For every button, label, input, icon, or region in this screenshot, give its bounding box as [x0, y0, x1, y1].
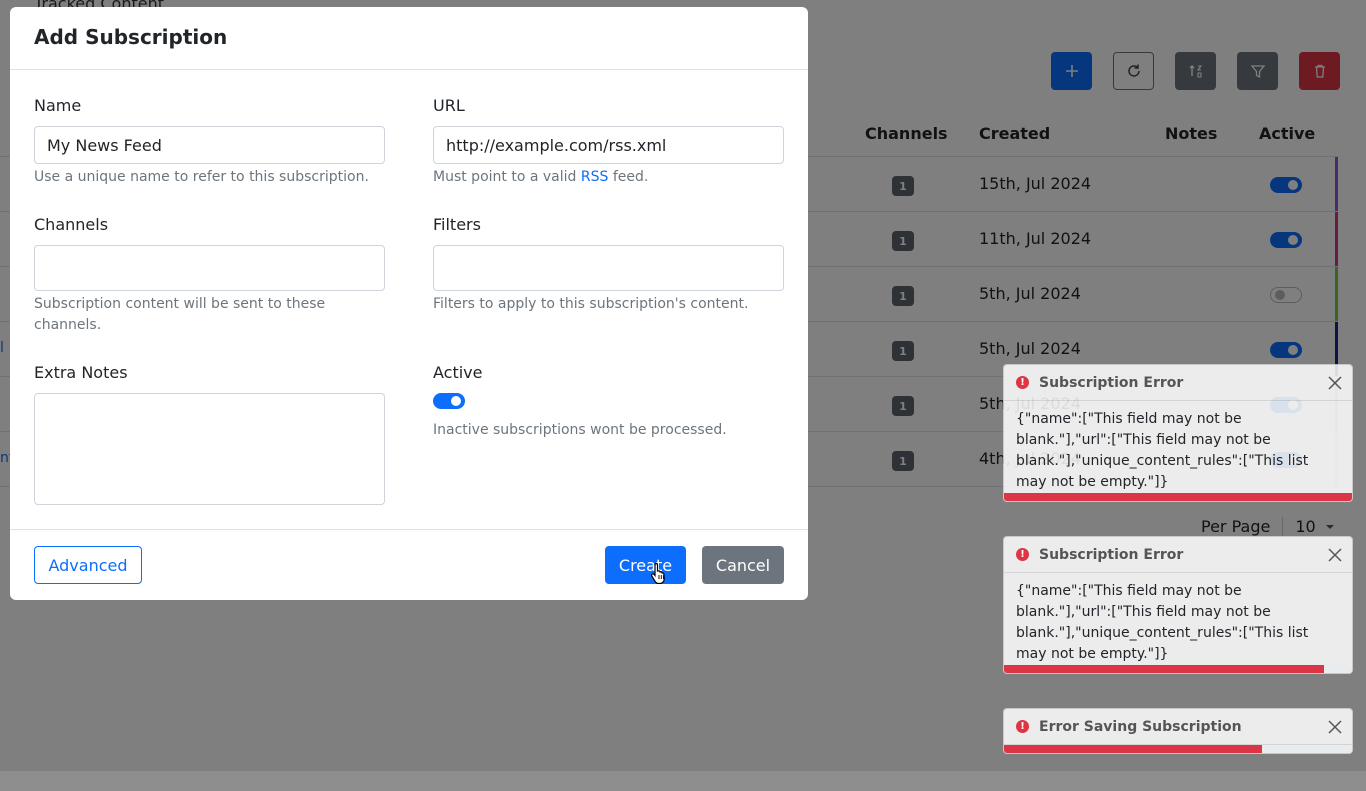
extra-notes-textarea[interactable] — [34, 393, 385, 505]
toast-message: {"name":["This field may not be blank."]… — [1016, 411, 1309, 490]
url-label: URL — [433, 96, 465, 115]
channels-help: Subscription content will be sent to the… — [34, 296, 326, 333]
filters-input[interactable] — [433, 245, 784, 291]
close-icon[interactable] — [1326, 718, 1344, 736]
toast-progress-bar — [1004, 493, 1352, 501]
close-icon[interactable] — [1326, 546, 1344, 564]
url-help-prefix: Must point to a valid — [433, 169, 581, 185]
toast-progress-fill — [1004, 665, 1325, 673]
active-help: Inactive subscriptions wont be processed… — [433, 422, 727, 438]
url-help: Must point to a valid RSS feed. — [433, 167, 784, 188]
toast-header: ! Subscription Error — [1004, 365, 1352, 401]
advanced-button[interactable]: Advanced — [34, 546, 142, 584]
hand-cursor-icon — [650, 562, 665, 584]
url-input[interactable]: http://example.com/rss.xml — [433, 126, 784, 164]
error-icon: ! — [1016, 720, 1029, 733]
error-icon: ! — [1016, 376, 1029, 389]
modal-title: Add Subscription — [34, 25, 228, 49]
name-help: Use a unique name to refer to this subsc… — [34, 169, 369, 185]
close-icon[interactable] — [1326, 374, 1344, 392]
error-icon: ! — [1016, 548, 1029, 561]
cancel-button[interactable]: Cancel — [702, 546, 784, 584]
channels-label: Channels — [34, 215, 109, 234]
toast-header: ! Error Saving Subscription — [1004, 709, 1352, 745]
add-subscription-modal: Add Subscription Name My News Feed Use a… — [10, 7, 808, 600]
filters-label: Filters — [433, 215, 481, 234]
toast-title: Subscription Error — [1039, 546, 1184, 563]
toast-progress-fill — [1004, 745, 1262, 753]
name-input[interactable]: My News Feed — [34, 126, 385, 164]
rss-link[interactable]: RSS — [581, 169, 609, 185]
toast-progress-bar — [1004, 745, 1352, 753]
url-input-value: http://example.com/rss.xml — [446, 135, 667, 155]
horizontal-scrollbar[interactable] — [0, 771, 1366, 791]
modal-header: Add Subscription — [10, 7, 808, 70]
modal-footer: Advanced Create Cancel — [10, 529, 808, 600]
error-toast: ! Subscription Error {"name":["This field … — [1003, 364, 1353, 502]
error-toast: ! Error Saving Subscription — [1003, 708, 1353, 754]
toast-title: Error Saving Subscription — [1039, 718, 1242, 735]
error-toast: ! Subscription Error {"name":["This field … — [1003, 536, 1353, 674]
name-label: Name — [34, 96, 82, 115]
url-help-suffix: feed. — [608, 169, 649, 185]
create-button[interactable]: Create — [605, 546, 686, 584]
active-toggle[interactable] — [433, 393, 465, 409]
toast-progress-fill — [1004, 493, 1352, 501]
channels-input[interactable] — [34, 245, 385, 291]
toast-title: Subscription Error — [1039, 374, 1184, 391]
name-input-value: My News Feed — [47, 135, 162, 155]
active-label: Active — [433, 363, 483, 382]
toast-header: ! Subscription Error — [1004, 537, 1352, 573]
toast-message: {"name":["This field may not be blank."]… — [1016, 583, 1309, 662]
filters-help: Filters to apply to this subscription's … — [433, 296, 749, 312]
extra-notes-label: Extra Notes — [34, 363, 128, 382]
toast-progress-bar — [1004, 665, 1352, 673]
